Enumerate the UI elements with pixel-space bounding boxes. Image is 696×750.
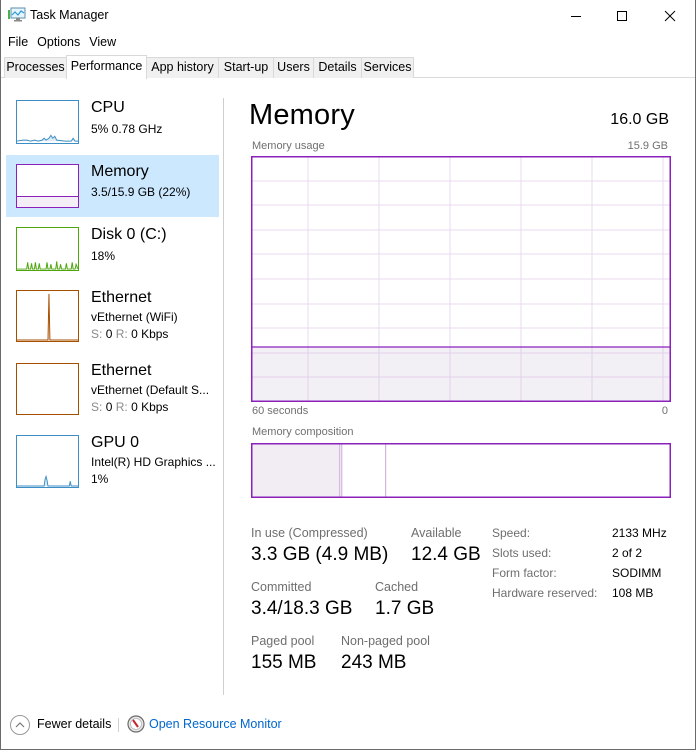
disk-thumb-line: [17, 261, 78, 270]
close-button[interactable]: [647, 0, 693, 32]
slots-used-label: Slots used:: [492, 546, 552, 560]
sidebar-ethernet-wifi-throughput: S: 0 R: 0 Kbps: [91, 327, 169, 341]
memory-composition-label: Memory composition: [252, 426, 354, 438]
sidebar-item-cpu[interactable]: CPU 5% 0.78 GHz: [6, 98, 219, 160]
gpu-thumb-line: [17, 474, 78, 487]
sidebar-ethernet-wifi-title: Ethernet: [91, 289, 152, 306]
tab-startup[interactable]: Start-up: [218, 57, 274, 78]
minimize-icon: [571, 16, 581, 17]
memory-usage-label: Memory usage: [252, 140, 325, 152]
ethernet-default-thumbnail-graph: [16, 363, 79, 415]
memory-total: 16.0 GB: [610, 111, 669, 128]
tab-services[interactable]: Services: [361, 57, 414, 78]
sidebar-gpu-adapter: Intel(R) HD Graphics ...: [91, 455, 216, 469]
form-factor-label: Form factor:: [492, 566, 557, 580]
page-title: Memory: [249, 99, 355, 131]
time-axis-right-label: 0: [661, 405, 668, 417]
task-manager-icon: [8, 7, 26, 22]
memory-thumbnail-graph: [16, 164, 79, 208]
non-paged-pool-value: 243 MB: [341, 652, 407, 673]
sidebar-ethernet-default-adapter: vEthernet (Default S...: [91, 383, 210, 397]
title-bar[interactable]: Task Manager: [1, 0, 696, 32]
sidebar-item-disk[interactable]: Disk 0 (C:) 18%: [6, 225, 219, 287]
pane-divider[interactable]: [223, 98, 224, 695]
sidebar-ethernet-wifi-adapter: vEthernet (WiFi): [91, 310, 178, 324]
cpu-thumbnail-graph: [16, 100, 79, 144]
disk-thumbnail-graph: [16, 227, 79, 271]
tab-app-history[interactable]: App history: [146, 57, 219, 78]
resource-monitor-icon[interactable]: [127, 715, 145, 733]
hardware-reserved-value: 108 MB: [612, 586, 654, 600]
sidebar-item-gpu[interactable]: GPU 0 Intel(R) HD Graphics ... 1%: [6, 433, 219, 493]
sidebar-disk-detail: 18%: [91, 249, 116, 263]
time-axis-left-label: 60 seconds: [252, 405, 309, 417]
paged-pool-label: Paged pool: [251, 634, 315, 648]
non-paged-pool-label: Non-paged pool: [341, 634, 430, 648]
menu-options[interactable]: Options: [30, 33, 80, 51]
sidebar-item-memory[interactable]: Memory 3.5/15.9 GB (22%): [6, 155, 219, 217]
in-use-label: In use (Compressed): [251, 526, 368, 540]
cached-label: Cached: [375, 580, 419, 594]
sidebar-memory-detail: 3.5/15.9 GB (22%): [91, 185, 191, 199]
tab-performance[interactable]: Performance: [66, 55, 147, 79]
memory-thumb-fill: [17, 196, 78, 207]
maximize-icon: [617, 11, 627, 21]
maximize-button[interactable]: [599, 0, 645, 32]
memory-composition-bar: [251, 443, 671, 498]
tab-strip: Processes Performance App history Start-…: [1, 52, 695, 79]
footer-separator: [118, 718, 119, 732]
task-manager-window: Task Manager File Options View Processes…: [0, 0, 696, 750]
committed-label: Committed: [251, 580, 312, 594]
minimize-button[interactable]: [553, 0, 599, 32]
tab-users[interactable]: Users: [273, 57, 314, 78]
speed-value: 2133 MHz: [612, 526, 667, 540]
chevron-up-icon[interactable]: [10, 715, 30, 735]
sidebar-item-ethernet-wifi[interactable]: Ethernet vEthernet (WiFi) S: 0 R: 0 Kbps: [6, 288, 219, 354]
menu-view[interactable]: View: [82, 33, 116, 51]
sidebar-cpu-title: CPU: [91, 99, 125, 116]
available-label: Available: [411, 526, 462, 540]
memory-usage-max: 15.9 GB: [627, 140, 668, 152]
sidebar-gpu-title: GPU 0: [91, 434, 140, 451]
ethernet-wifi-thumb-line: [17, 293, 78, 341]
composition-in-use: [252, 444, 340, 497]
fewer-details-button[interactable]: Fewer details: [37, 717, 111, 731]
sidebar-ethernet-default-throughput: S: 0 R: 0 Kbps: [91, 400, 169, 414]
menu-bar: File Options View: [1, 33, 118, 51]
available-value: 12.4 GB: [411, 544, 481, 565]
cpu-thumb-line: [17, 134, 78, 142]
committed-value: 3.4/18.3 GB: [251, 598, 353, 619]
speed-label: Speed:: [492, 526, 531, 540]
ethernet-wifi-thumbnail-graph: [16, 290, 79, 342]
menu-file[interactable]: File: [1, 33, 28, 51]
sidebar-cpu-detail: 5% 0.78 GHz: [91, 122, 163, 136]
sidebar-item-ethernet-default[interactable]: Ethernet vEthernet (Default S... S: 0 R:…: [6, 361, 219, 427]
open-resource-monitor-link[interactable]: Open Resource Monitor: [149, 717, 282, 731]
window-title: Task Manager: [30, 8, 109, 22]
gpu-thumbnail-graph: [16, 435, 79, 488]
footer-bar: Fewer details Open Resource Monitor: [1, 706, 695, 746]
sidebar-disk-title: Disk 0 (C:): [91, 226, 167, 243]
close-icon: [664, 10, 676, 22]
sidebar-memory-title: Memory: [91, 163, 149, 180]
sidebar-ethernet-default-title: Ethernet: [91, 362, 152, 379]
paged-pool-value: 155 MB: [251, 652, 317, 673]
tab-details[interactable]: Details: [313, 57, 362, 78]
sidebar-gpu-utilization: 1%: [91, 472, 109, 486]
hardware-reserved-label: Hardware reserved:: [492, 586, 598, 600]
memory-usage-graph: [251, 156, 671, 402]
in-use-value: 3.3 GB (4.9 MB): [251, 544, 389, 565]
form-factor-value: SODIMM: [612, 566, 662, 580]
cached-value: 1.7 GB: [375, 598, 435, 619]
memory-usage-fill: [252, 347, 670, 401]
tab-processes[interactable]: Processes: [4, 57, 67, 78]
slots-used-value: 2 of 2: [612, 546, 643, 560]
